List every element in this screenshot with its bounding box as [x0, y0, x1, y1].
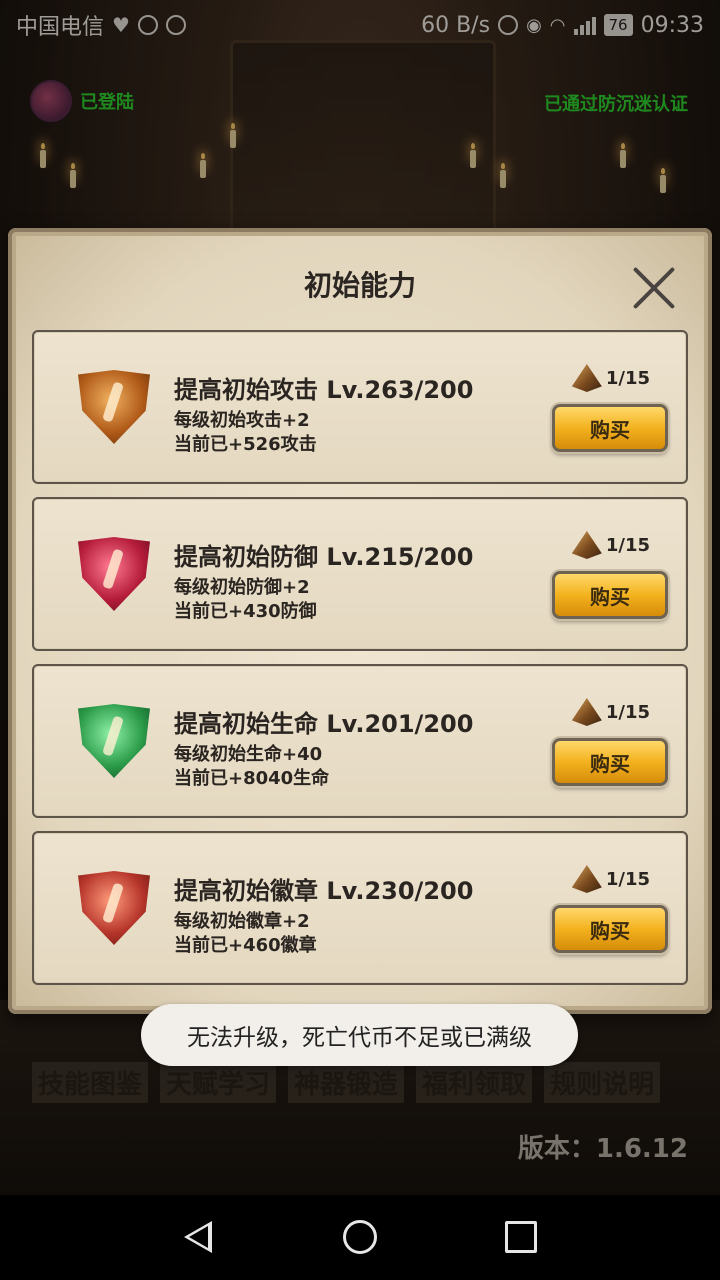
- upgrade-per-level: 每级初始生命+40: [174, 744, 323, 765]
- back-icon[interactable]: [184, 1221, 212, 1253]
- upgrade-cost: 1/15: [571, 865, 650, 893]
- death-token-icon: [571, 531, 602, 559]
- upgrade-per-level: 每级初始攻击+2: [174, 410, 310, 431]
- upgrade-title: 提高初始攻击 Lv.263/200: [174, 376, 474, 404]
- death-token-icon: [571, 698, 602, 726]
- death-token-icon: [571, 364, 602, 392]
- upgrade-title: 提高初始徽章 Lv.230/200: [174, 877, 474, 905]
- upgrade-cost: 1/15: [571, 531, 650, 559]
- upgrade-current: 当前已+460徽章: [174, 935, 317, 956]
- toast-message: 无法升级，死亡代币不足或已满级: [141, 1004, 578, 1066]
- buy-button[interactable]: 购买: [552, 738, 668, 786]
- upgrade-current: 当前已+8040生命: [174, 768, 330, 789]
- upgrade-title: 提高初始生命 Lv.201/200: [174, 710, 474, 738]
- cost-value: 1/15: [605, 868, 650, 890]
- upgrade-cost: 1/15: [571, 364, 650, 392]
- badge-gem-icon: [78, 871, 150, 945]
- initial-ability-modal: 初始能力 提高初始攻击 Lv.263/200 每级初始攻击+2 当前已+526攻…: [8, 228, 712, 1014]
- upgrade-item-badge: 提高初始徽章 Lv.230/200 每级初始徽章+2 当前已+460徽章 1/1…: [32, 831, 688, 985]
- upgrade-item-defense: 提高初始防御 Lv.215/200 每级初始防御+2 当前已+430防御 1/1…: [32, 497, 688, 651]
- buy-button[interactable]: 购买: [552, 571, 668, 619]
- upgrade-title: 提高初始防御 Lv.215/200: [174, 543, 474, 571]
- cost-value: 1/15: [605, 367, 650, 389]
- upgrade-current: 当前已+430防御: [174, 601, 317, 622]
- health-gem-icon: [78, 704, 150, 778]
- cost-value: 1/15: [605, 534, 650, 556]
- cost-value: 1/15: [605, 701, 650, 723]
- defense-gem-icon: [78, 537, 150, 611]
- buy-button[interactable]: 购买: [552, 905, 668, 953]
- buy-button[interactable]: 购买: [552, 404, 668, 452]
- upgrade-item-health: 提高初始生命 Lv.201/200 每级初始生命+40 当前已+8040生命 1…: [32, 664, 688, 818]
- modal-title: 初始能力: [303, 269, 416, 302]
- attack-gem-icon: [78, 370, 150, 444]
- home-icon[interactable]: [343, 1220, 377, 1254]
- close-icon[interactable]: [630, 264, 678, 312]
- upgrade-item-attack: 提高初始攻击 Lv.263/200 每级初始攻击+2 当前已+526攻击 1/1…: [32, 330, 688, 484]
- recent-apps-icon[interactable]: [505, 1221, 537, 1253]
- upgrade-cost: 1/15: [571, 698, 650, 726]
- upgrade-current: 当前已+526攻击: [174, 434, 317, 455]
- upgrade-per-level: 每级初始徽章+2: [174, 911, 310, 932]
- upgrade-per-level: 每级初始防御+2: [174, 577, 310, 598]
- upgrade-list: 提高初始攻击 Lv.263/200 每级初始攻击+2 当前已+526攻击 1/1…: [32, 330, 688, 998]
- death-token-icon: [571, 865, 602, 893]
- navigation-bar: [0, 1195, 720, 1280]
